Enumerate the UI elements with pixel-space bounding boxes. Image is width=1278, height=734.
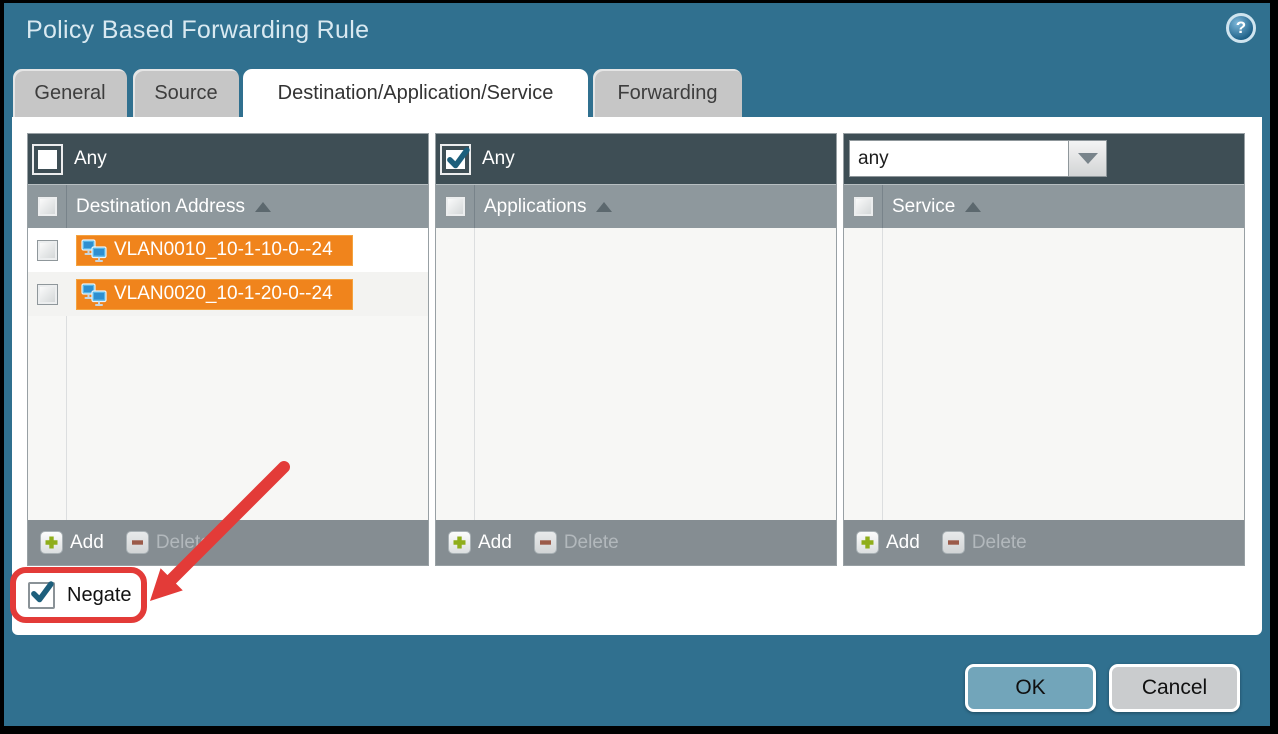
add-icon xyxy=(40,531,63,554)
column-divider xyxy=(882,228,883,520)
service-column-header[interactable]: Service xyxy=(844,184,1244,228)
add-button[interactable]: Add xyxy=(448,531,512,554)
destination-any-checkbox[interactable] xyxy=(34,146,61,173)
dropdown-button[interactable] xyxy=(1069,140,1107,177)
destination-any-bar: Any xyxy=(28,134,428,184)
add-button[interactable]: Add xyxy=(40,531,104,554)
address-object-chip[interactable]: VLAN0020_10-1-20-0--24 xyxy=(76,279,353,310)
help-icon[interactable]: ? xyxy=(1226,13,1256,43)
annotation-highlight-box xyxy=(10,567,147,623)
destination-column-header[interactable]: Destination Address xyxy=(28,184,428,228)
delete-button[interactable]: Delete xyxy=(534,531,619,554)
applications-list: Any Applications Add Delete xyxy=(435,133,837,566)
screenshot-root: Policy Based Forwarding Rule ? General S… xyxy=(0,0,1278,734)
table-row[interactable]: VLAN0020_10-1-20-0--24 xyxy=(28,272,428,316)
destination-list-body: VLAN0010_10-1-10-0--24 xyxy=(28,228,428,520)
applications-any-label: Any xyxy=(482,148,515,170)
tab-general[interactable]: General xyxy=(13,69,127,117)
sort-asc-icon xyxy=(965,202,981,212)
chevron-down-icon xyxy=(1078,153,1098,164)
cancel-button[interactable]: Cancel xyxy=(1109,664,1240,712)
add-icon xyxy=(856,531,879,554)
service-selectall-checkbox[interactable] xyxy=(853,196,874,217)
service-type-dropdown[interactable]: any xyxy=(849,140,1107,177)
applications-header-label: Applications xyxy=(484,196,586,218)
destination-selectall-checkbox[interactable] xyxy=(37,196,58,217)
ok-button[interactable]: OK xyxy=(965,664,1096,712)
applications-footer: Add Delete xyxy=(436,520,836,565)
tab-source[interactable]: Source xyxy=(133,69,239,117)
tab-forwarding[interactable]: Forwarding xyxy=(593,69,742,117)
row-checkbox[interactable] xyxy=(37,284,58,305)
network-icon xyxy=(81,283,107,306)
sort-asc-icon xyxy=(596,202,612,212)
checkmark-icon xyxy=(445,146,471,172)
service-list: any Service Add xyxy=(843,133,1245,566)
delete-icon xyxy=(942,531,965,554)
delete-icon xyxy=(126,531,149,554)
delete-button[interactable]: Delete xyxy=(942,531,1027,554)
destination-footer: Add Delete xyxy=(28,520,428,565)
applications-any-checkbox[interactable] xyxy=(442,146,469,173)
applications-any-bar: Any xyxy=(436,134,836,184)
dialog-title: Policy Based Forwarding Rule xyxy=(26,16,369,45)
applications-selectall-checkbox[interactable] xyxy=(445,196,466,217)
service-footer: Add Delete xyxy=(844,520,1244,565)
applications-list-body xyxy=(436,228,836,520)
destination-any-label: Any xyxy=(74,148,107,170)
delete-icon xyxy=(534,531,557,554)
table-row[interactable]: VLAN0010_10-1-10-0--24 xyxy=(28,228,428,272)
service-type-value[interactable]: any xyxy=(849,140,1069,177)
service-dropdown-bar: any xyxy=(844,134,1244,184)
network-icon xyxy=(81,239,107,262)
address-object-chip[interactable]: VLAN0010_10-1-10-0--24 xyxy=(76,235,353,266)
sort-asc-icon xyxy=(255,202,271,212)
add-icon xyxy=(448,531,471,554)
service-header-label: Service xyxy=(892,196,955,218)
applications-column-header[interactable]: Applications xyxy=(436,184,836,228)
destination-address-list: Any Destination Address xyxy=(27,133,429,566)
add-button[interactable]: Add xyxy=(856,531,920,554)
service-list-body xyxy=(844,228,1244,520)
column-divider xyxy=(474,228,475,520)
destination-header-label: Destination Address xyxy=(76,196,245,218)
tab-destination-application-service[interactable]: Destination/Application/Service xyxy=(243,69,588,118)
row-checkbox[interactable] xyxy=(37,240,58,261)
delete-button[interactable]: Delete xyxy=(126,531,211,554)
address-object-label: VLAN0010_10-1-10-0--24 xyxy=(114,239,333,261)
address-object-label: VLAN0020_10-1-20-0--24 xyxy=(114,283,333,305)
